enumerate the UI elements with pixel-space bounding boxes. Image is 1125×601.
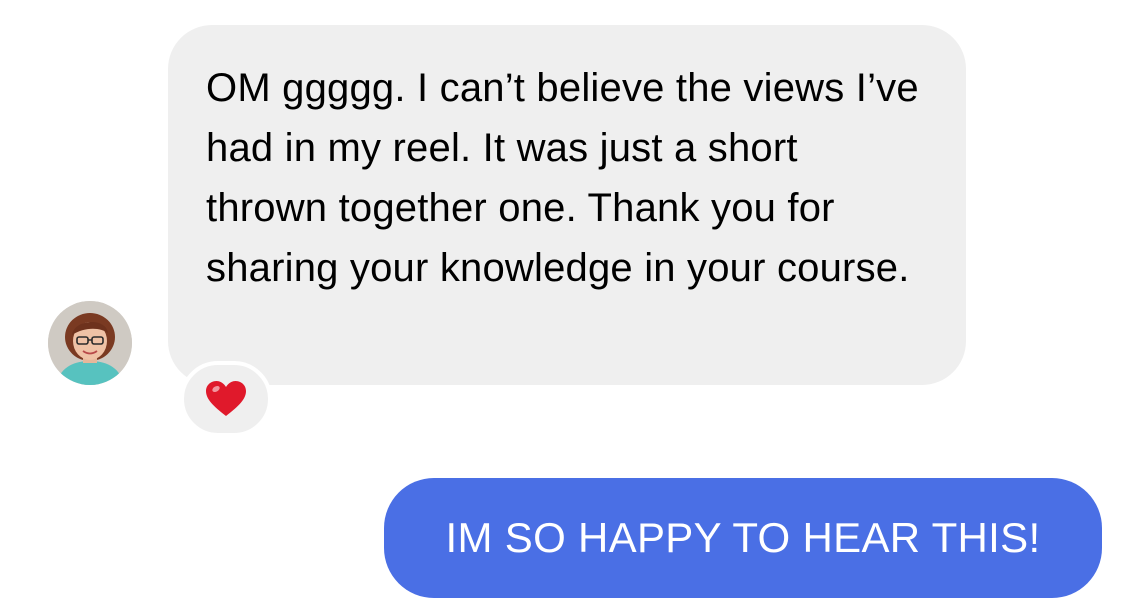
sender-avatar[interactable] — [48, 301, 132, 385]
red-heart-icon — [206, 381, 246, 416]
sent-message-text: IM SO HAPPY TO HEAR THIS! — [445, 514, 1041, 561]
message-thread: OM ggggg. I can’t believe the views I’ve… — [0, 0, 1125, 601]
reaction-badge[interactable] — [180, 361, 272, 437]
received-message-text: OM ggggg. I can’t believe the views I’ve… — [206, 66, 919, 290]
person-avatar-icon — [48, 301, 132, 385]
sent-message-bubble[interactable]: IM SO HAPPY TO HEAR THIS! — [384, 478, 1102, 598]
received-message-bubble[interactable]: OM ggggg. I can’t believe the views I’ve… — [168, 25, 966, 385]
